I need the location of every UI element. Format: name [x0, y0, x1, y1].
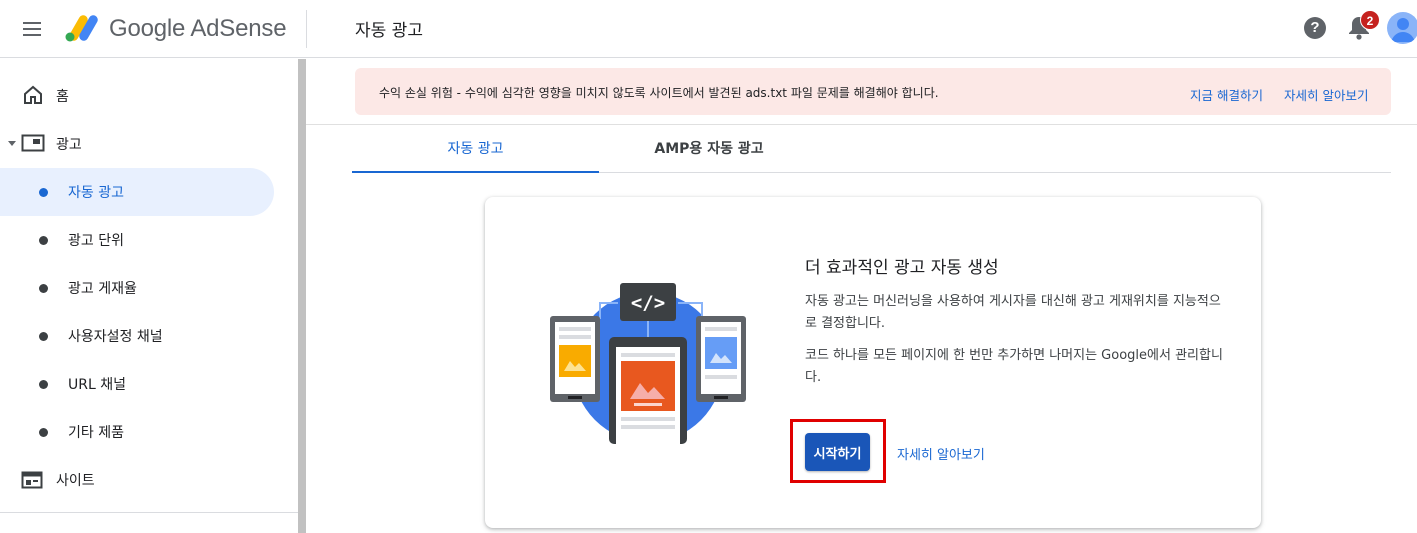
sidebar-item-home[interactable]: 홈 — [0, 72, 298, 120]
alert-learn-more-link[interactable]: 자세히 알아보기 — [1284, 85, 1368, 104]
site-icon — [21, 471, 43, 489]
bullet-icon — [39, 236, 48, 245]
sidebar-item-ad-units[interactable]: 광고 단위 — [0, 216, 298, 264]
sidebar-item-other-products[interactable]: 기타 제품 — [0, 408, 298, 456]
fix-now-link[interactable]: 지금 해결하기 — [1190, 85, 1263, 104]
sidebar-item-label: URL 채널 — [68, 377, 126, 393]
bullet-icon — [39, 380, 48, 389]
tab-amp-auto-ads[interactable]: AMP용 자동 광고 — [599, 125, 819, 173]
sidebar-item-label: 광고 게재율 — [68, 281, 137, 297]
auto-ads-intro-card: </> 더 효과적인 광고 자동 생성 자동 광고는 머신러닝을 사용하여 게시… — [485, 197, 1261, 528]
tab-auto-ads[interactable]: 자동 광고 — [352, 125, 599, 173]
page-title: 자동 광고 — [355, 21, 423, 41]
side-navigation: 홈 광고 자동 광고 광고 단위 광고 게재율 사용자설정 채널 URL 채널 … — [0, 59, 298, 533]
tab-label: 자동 광고 — [447, 141, 504, 157]
expand-arrow-icon[interactable] — [8, 141, 16, 146]
card-title: 더 효과적인 광고 자동 생성 — [805, 258, 999, 278]
account-avatar[interactable] — [1387, 12, 1417, 44]
header-divider — [306, 10, 307, 48]
ads-txt-warning-banner: 수익 손실 위험 - 수익에 심각한 영향을 미치지 않도록 사이트에서 발견된… — [355, 68, 1391, 115]
sidebar-item-auto-ads[interactable]: 자동 광고 — [0, 168, 274, 216]
sidebar-scrollbar[interactable] — [298, 59, 306, 533]
code-glyph: </> — [631, 292, 665, 314]
sidebar-item-label: 광고 — [56, 137, 82, 153]
card-description: 자동 광고는 머신러닝을 사용하여 게시자를 대신해 광고 게재위치를 지능적으… — [805, 294, 1221, 331]
card-learn-more-link[interactable]: 자세히 알아보기 — [897, 444, 985, 463]
sidebar-item-label: 사용자설정 채널 — [68, 329, 163, 345]
sidebar-item-sites[interactable]: 사이트 — [0, 456, 298, 504]
card-description-2: 코드 하나를 모든 페이지에 한 번만 추가하면 나머지는 Google에서 관… — [805, 348, 1223, 385]
bullet-icon — [39, 188, 48, 197]
adsense-logo — [65, 15, 98, 42]
top-app-bar: Google AdSense 자동 광고 ? 2 — [0, 0, 1417, 58]
notification-count-badge: 2 — [1360, 10, 1380, 30]
sidebar-item-ad-load[interactable]: 광고 게재율 — [0, 264, 298, 312]
sidebar-divider — [0, 512, 298, 513]
sidebar-item-url-channels[interactable]: URL 채널 — [0, 360, 298, 408]
sidebar-item-custom-channels[interactable]: 사용자설정 채널 — [0, 312, 298, 360]
sidebar-item-label: 홈 — [56, 89, 69, 105]
sidebar-item-label: 자동 광고 — [68, 185, 124, 201]
hamburger-menu-icon[interactable] — [20, 17, 44, 41]
help-icon[interactable]: ? — [1304, 17, 1326, 39]
get-started-button[interactable]: 시작하기 — [805, 433, 870, 471]
sidebar-item-label: 광고 단위 — [68, 233, 124, 249]
tab-bar: 자동 광고 AMP용 자동 광고 — [352, 125, 1391, 173]
tab-label: AMP용 자동 광고 — [654, 141, 764, 157]
auto-ads-illustration: </> — [550, 283, 746, 444]
ads-icon — [21, 134, 45, 152]
bullet-icon — [39, 284, 48, 293]
home-icon — [24, 85, 42, 104]
bullet-icon — [39, 332, 48, 341]
sidebar-item-label: 기타 제품 — [68, 425, 124, 441]
app-name: Google AdSense — [109, 15, 287, 42]
sidebar-item-label: 사이트 — [56, 473, 95, 489]
alert-message: 수익 손실 위험 - 수익에 심각한 영향을 미치지 않도록 사이트에서 발견된… — [379, 86, 939, 100]
bullet-icon — [39, 428, 48, 437]
sidebar-item-ads[interactable]: 광고 — [0, 120, 298, 168]
